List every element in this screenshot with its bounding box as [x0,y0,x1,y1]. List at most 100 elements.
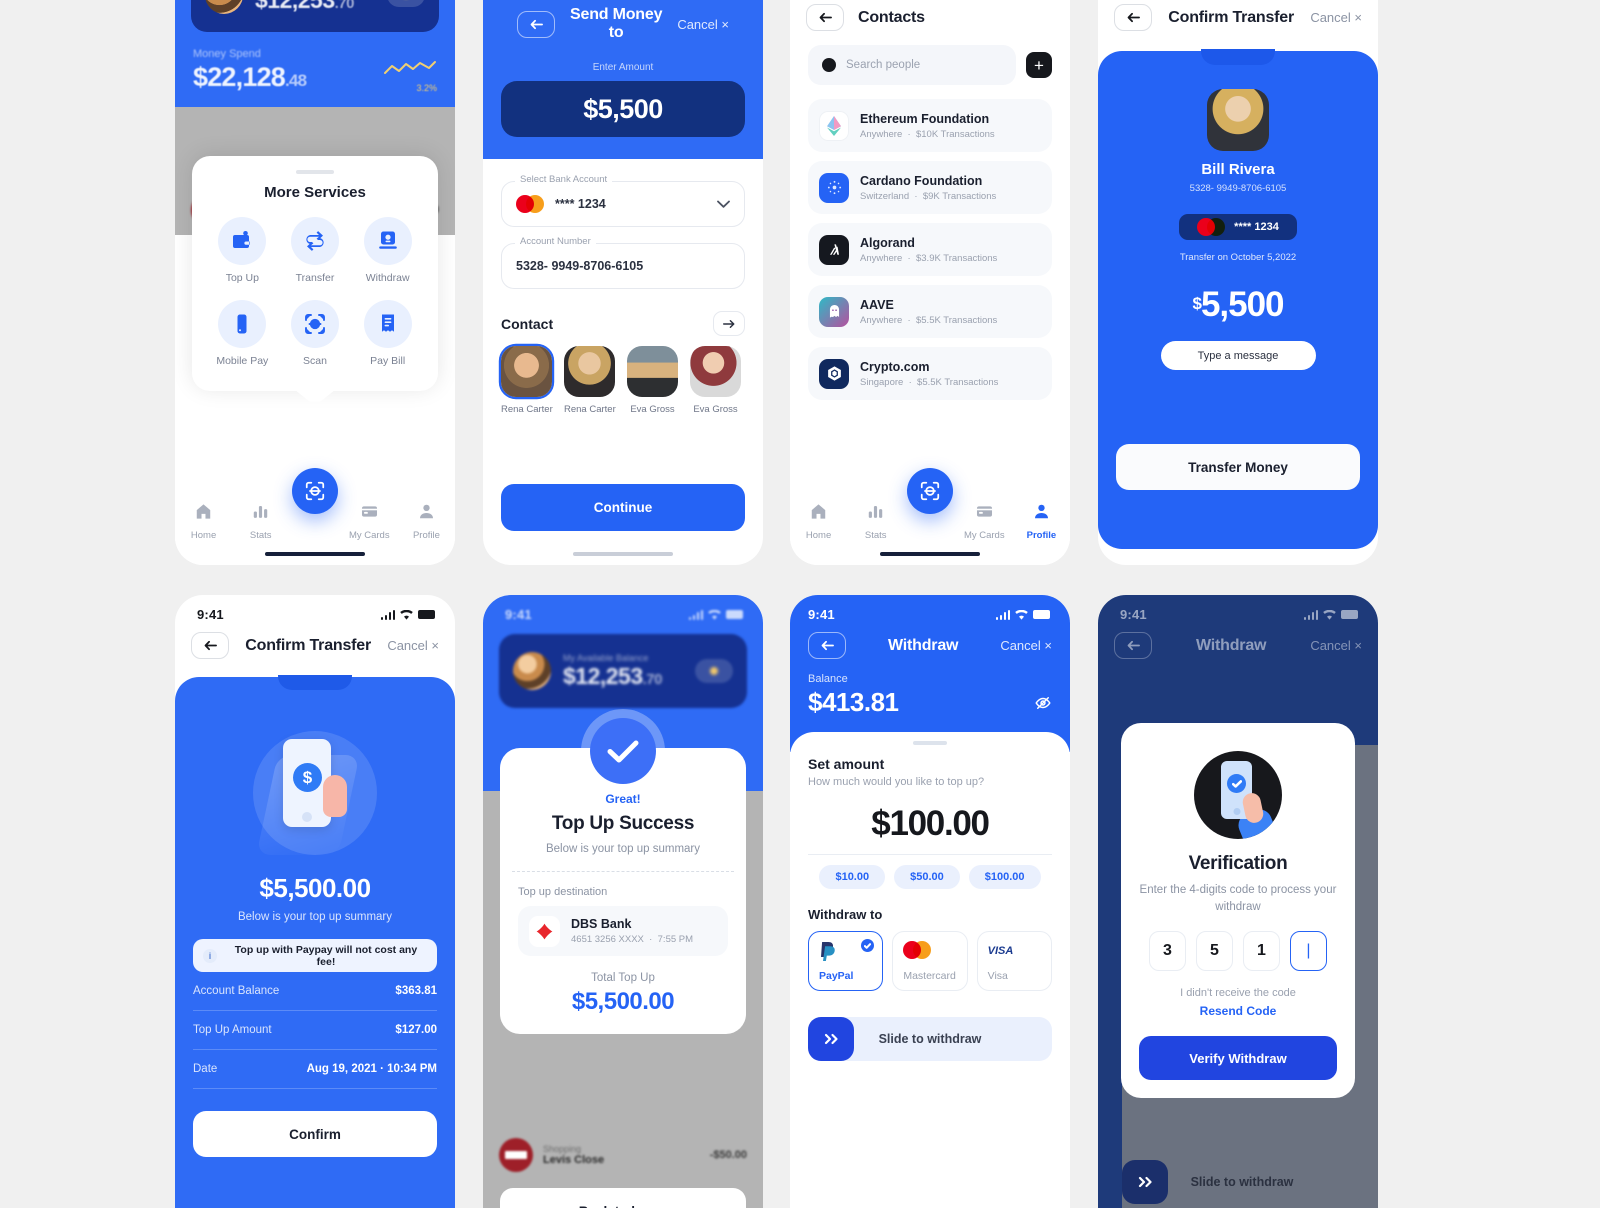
destination-bank: DBS Bank 4651 3256 XXXX · 7:55 PM [518,906,728,956]
service-scan[interactable]: Scan [279,299,352,367]
sidebar-item-stats[interactable]: Stats [847,502,904,543]
balance-amount: $12,253.70 [255,0,355,13]
slide-to-withdraw[interactable]: Slide to withdraw [808,1017,1052,1061]
resend-code-link[interactable]: Resend Code [1139,1004,1337,1018]
sidebar-item-my-cards[interactable]: My Cards [341,502,398,543]
card-icon [976,506,992,517]
home-icon [811,504,826,519]
payment-method-paypal[interactable]: PayPal [808,931,884,991]
withdraw-to-label: Withdraw to [808,907,883,922]
sidebar-item-profile[interactable]: Profile [398,502,455,543]
service-transfer[interactable]: Transfer [279,216,352,284]
contact-item[interactable]: Rena Carter [564,346,616,415]
add-contact-button[interactable]: + [1026,52,1052,78]
list-item[interactable]: AAVE Anywhere · $5.5K Transactions [808,285,1052,338]
enter-amount-label: Enter Amount [592,62,654,73]
page-title: Withdraw [1196,636,1267,654]
visa-icon: VISA [987,945,1014,957]
success-check-badge [581,709,665,793]
slide-to-withdraw[interactable]: Slide to withdraw [1122,1160,1362,1204]
verify-withdraw-button[interactable]: Verify Withdraw [1139,1036,1337,1081]
cancel-button[interactable]: Cancel × [1310,638,1362,653]
confirm-button[interactable]: Confirm [193,1111,437,1157]
info-icon: i [203,948,217,963]
bank-account-field[interactable]: Select Bank Account **** 1234 [501,174,745,227]
summary-amount: $5,500.00 [259,873,371,903]
home-icon [196,504,211,519]
search-input[interactable]: Search people [808,45,1016,85]
aave-icon [819,296,849,327]
transfer-money-button[interactable]: Transfer Money [1116,444,1360,490]
sidebar-item-stats[interactable]: Stats [232,502,289,543]
navbar: Confirm Transfer Cancel × [175,624,455,669]
amount-input[interactable]: $100.00 [808,804,1052,855]
back-to-home-button[interactable]: Back to home [500,1188,746,1208]
message-input[interactable]: Type a message [1160,341,1316,370]
toggle-balance-visibility[interactable] [387,0,425,7]
contact-item[interactable]: Eva Gross [627,346,678,415]
navbar: Contacts [790,0,1070,41]
cancel-button[interactable]: Cancel × [677,17,729,32]
list-item[interactable]: Cardano Foundation Switzerland · $9K Tran… [808,161,1052,214]
quick-amount-chip[interactable]: $50.00 [894,865,960,889]
service-pay-bill[interactable]: Pay Bill [351,299,424,367]
sheet-grabber[interactable] [913,741,947,745]
account-number-field[interactable]: Account Number 5328- 9949-8706-6105 [501,236,745,289]
status-time: 9:41 [197,607,224,622]
sidebar-item-home[interactable]: Home [790,502,847,543]
sheet-grabber[interactable] [296,170,334,174]
otp-digit-2[interactable]: 5 [1196,931,1233,972]
scan-fab-button[interactable] [292,468,338,514]
otp-digit-1[interactable]: 3 [1149,931,1186,972]
slider-knob[interactable] [808,1017,854,1061]
list-item[interactable]: Algorand Anywhere · $3.9K Transactions [808,223,1052,276]
sparkline-icon [384,61,436,74]
contact-item[interactable]: Eva Gross [690,346,741,415]
list-item[interactable]: Crypto.com Singapore · $5.5K Transactions [808,347,1052,400]
continue-button[interactable]: Continue [501,484,745,531]
otp-digit-3[interactable]: 1 [1243,931,1280,972]
otp-digit-4[interactable]: | [1290,931,1327,972]
payment-card-chip[interactable]: **** 1234 [1179,214,1297,240]
payment-method-visa[interactable]: VISA Visa [976,931,1052,991]
back-button[interactable] [517,10,555,38]
back-button[interactable] [1114,4,1152,31]
cancel-button[interactable]: Cancel × [387,638,439,653]
phone-send-money: Send Money to Cancel × Enter Amount $5,5… [483,0,763,565]
service-label: Transfer [295,271,335,284]
card-number: **** 1234 [1234,221,1279,233]
page-title: Confirm Transfer [1168,8,1295,26]
send-arrow-button[interactable] [713,311,745,336]
service-top-up[interactable]: Top Up [206,216,279,284]
status-bar: 9:41 [483,595,763,624]
cancel-button[interactable]: Cancel × [1000,638,1052,653]
fee-notice-text: Top up with Paypay will not cost any fee… [234,943,418,968]
sidebar-item-my-cards[interactable]: My Cards [956,502,1013,543]
balance-card: My Available Balance $12,253.70 [499,634,747,708]
transfer-date: Transfer on October 5,2022 [1179,252,1297,263]
back-button[interactable] [191,632,229,659]
quick-amount-chip[interactable]: $10.00 [819,865,886,889]
sidebar-item-home[interactable]: Home [175,502,232,543]
contact-item[interactable]: Rena Carter [501,346,553,415]
scan-fab-button[interactable] [907,468,953,514]
back-button[interactable] [1114,632,1152,659]
sidebar-item-profile[interactable]: Profile [1013,502,1070,543]
amount-input[interactable]: $5,500 [501,81,745,137]
quick-amount-chip[interactable]: $100.00 [968,865,1041,889]
cancel-button[interactable]: Cancel × [1310,10,1362,25]
list-item[interactable]: Ethereum Foundation Anywhere · $10K Trans… [808,99,1052,152]
contact-meta: Singapore · $5.5K Transactions [860,376,999,388]
eye-off-icon[interactable] [1034,694,1052,712]
slider-knob[interactable] [1122,1160,1168,1204]
balance-label: Balance [808,673,848,685]
money-spend-amount: $22,128.48 [193,62,307,92]
payment-method-mastercard[interactable]: Mastercard [892,931,968,991]
mastercard-icon [516,195,544,213]
row-key: Date [193,1063,218,1075]
back-button[interactable] [806,4,844,31]
service-mobile-pay[interactable]: Mobile Pay [206,299,279,367]
toggle-balance-visibility[interactable] [695,659,733,683]
back-button[interactable] [808,632,846,659]
service-withdraw[interactable]: Withdraw [351,216,424,284]
